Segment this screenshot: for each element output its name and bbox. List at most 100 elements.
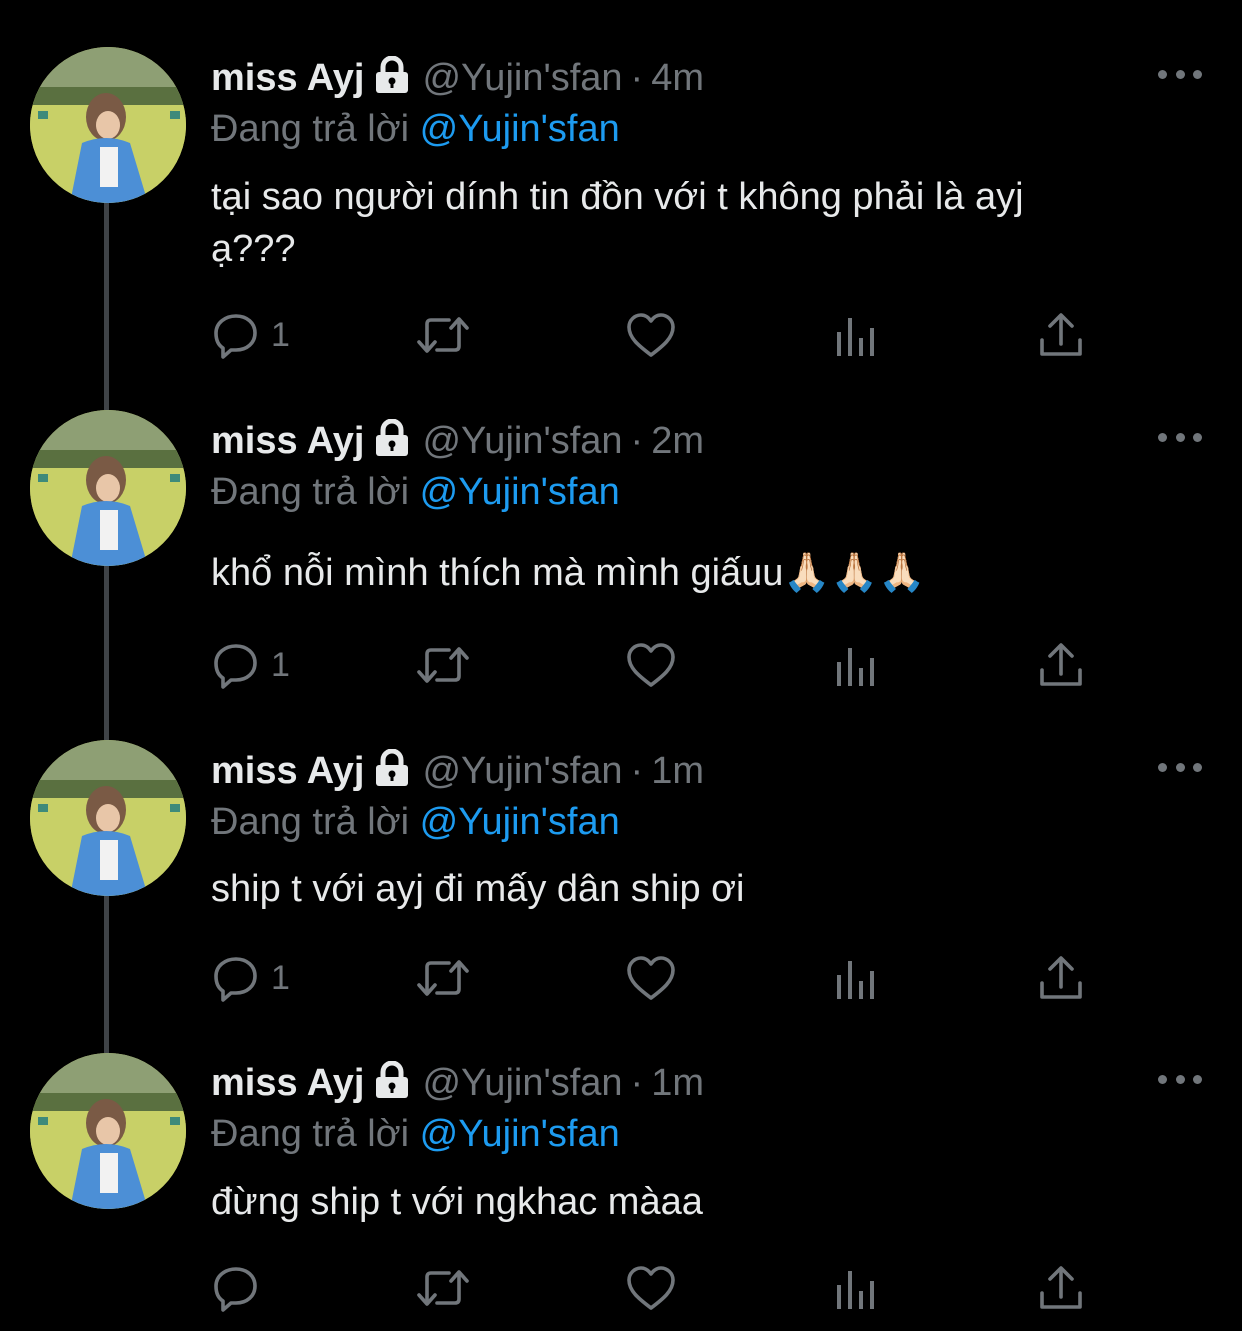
tweet-text-line: tại sao người dính tin đồn với t không p…	[211, 176, 1024, 218]
more-options-icon[interactable]	[1158, 427, 1202, 447]
reply-icon	[211, 640, 261, 690]
retweet-button[interactable]	[415, 950, 471, 1006]
more-options-icon[interactable]	[1158, 1069, 1202, 1089]
separator-dot: ·	[630, 1062, 644, 1104]
like-button[interactable]	[625, 637, 677, 693]
lock-icon	[372, 55, 412, 108]
retweet-icon	[415, 1263, 471, 1313]
share-icon	[1037, 1263, 1085, 1313]
avatar[interactable]	[30, 410, 186, 566]
retweet-button[interactable]	[415, 307, 471, 363]
more-options-icon[interactable]	[1158, 757, 1202, 777]
retweet-icon	[415, 640, 471, 690]
tweet[interactable]: miss Ayj @Yujin'sfan · 4m Đang trả lời @Yuj…	[0, 0, 1242, 400]
share-button[interactable]	[1037, 950, 1085, 1006]
reply-count: 1	[271, 315, 290, 354]
share-button[interactable]	[1037, 1260, 1085, 1316]
tweet-text-line: ạ???	[211, 228, 296, 270]
mention-link[interactable]: @Yujin'sfan	[420, 108, 620, 150]
like-button[interactable]	[625, 1260, 677, 1316]
reply-icon	[211, 310, 261, 360]
replying-label: Đang trả lời	[211, 1113, 410, 1155]
replying-label: Đang trả lời	[211, 801, 410, 843]
tweet-text-line: đừng ship t với ngkhac màaa	[211, 1181, 703, 1223]
tweet-thread: miss Ayj @Yujin'sfan · 4m Đang trả lời @Yuj…	[0, 0, 1242, 1331]
display-name[interactable]: miss Ayj	[211, 750, 364, 792]
tweet-text-line: ship t với ayj đi mấy dân ship ơi	[211, 868, 745, 910]
analytics-button[interactable]	[833, 1260, 879, 1316]
tweet-header: miss Ayj @Yujin'sfan · 4m	[211, 52, 1202, 104]
avatar[interactable]	[30, 1053, 186, 1209]
like-button[interactable]	[625, 307, 677, 363]
reply-count: 1	[271, 645, 290, 684]
tweet-actions: 1	[211, 950, 1091, 1006]
analytics-icon	[833, 1263, 879, 1313]
analytics-icon	[833, 640, 879, 690]
share-button[interactable]	[1037, 637, 1085, 693]
analytics-button[interactable]	[833, 637, 879, 693]
tweet-text: khổ nỗi mình thích mà mình giấuu🙏🏻🙏🏻🙏🏻	[211, 547, 1202, 599]
mention-link[interactable]: @Yujin'sfan	[420, 801, 620, 843]
tweet-actions	[211, 1260, 1091, 1316]
replying-to: Đang trả lời @Yujin'sfan	[211, 797, 1202, 847]
replying-label: Đang trả lời	[211, 108, 410, 150]
timestamp[interactable]: 1m	[651, 1062, 704, 1104]
tweet-text: tại sao người dính tin đồn với t không p…	[211, 171, 1202, 275]
tweet-actions: 1	[211, 307, 1091, 363]
timestamp[interactable]: 2m	[651, 420, 704, 462]
retweet-button[interactable]	[415, 1260, 471, 1316]
more-options-icon[interactable]	[1158, 64, 1202, 84]
tweet-header: miss Ayj @Yujin'sfan · 1m	[211, 745, 1202, 797]
like-icon	[625, 953, 677, 1003]
like-button[interactable]	[625, 950, 677, 1006]
reply-icon	[211, 953, 261, 1003]
tweet-header: miss Ayj @Yujin'sfan · 1m	[211, 1057, 1202, 1109]
analytics-icon	[833, 953, 879, 1003]
analytics-button[interactable]	[833, 307, 879, 363]
lock-icon	[372, 1060, 412, 1113]
display-name[interactable]: miss Ayj	[211, 1062, 364, 1104]
user-handle[interactable]: @Yujin'sfan	[422, 420, 622, 462]
avatar[interactable]	[30, 47, 186, 203]
analytics-button[interactable]	[833, 950, 879, 1006]
separator-dot: ·	[630, 420, 644, 462]
reply-button[interactable]	[211, 1260, 271, 1316]
separator-dot: ·	[630, 57, 644, 99]
share-icon	[1037, 310, 1085, 360]
replying-to: Đang trả lời @Yujin'sfan	[211, 1109, 1202, 1159]
replying-to: Đang trả lời @Yujin'sfan	[211, 467, 1202, 517]
tweet-text: ship t với ayj đi mấy dân ship ơi	[211, 863, 1202, 915]
share-icon	[1037, 953, 1085, 1003]
user-handle[interactable]: @Yujin'sfan	[422, 750, 622, 792]
reply-button[interactable]: 1	[211, 637, 290, 693]
tweet-text: đừng ship t với ngkhac màaa	[211, 1176, 1202, 1228]
reply-button[interactable]: 1	[211, 950, 290, 1006]
tweet[interactable]: miss Ayj @Yujin'sfan · 1m Đang trả lời @Yuj…	[0, 730, 1242, 1043]
user-handle[interactable]: @Yujin'sfan	[422, 57, 622, 99]
tweet-header: miss Ayj @Yujin'sfan · 2m	[211, 415, 1202, 467]
retweet-icon	[415, 310, 471, 360]
mention-link[interactable]: @Yujin'sfan	[420, 1113, 620, 1155]
replying-to: Đang trả lời @Yujin'sfan	[211, 104, 1202, 154]
like-icon	[625, 310, 677, 360]
avatar[interactable]	[30, 740, 186, 896]
replying-label: Đang trả lời	[211, 471, 410, 513]
analytics-icon	[833, 310, 879, 360]
lock-icon	[372, 418, 412, 471]
retweet-icon	[415, 953, 471, 1003]
tweet[interactable]: miss Ayj @Yujin'sfan · 1m Đang trả lời @Yuj…	[0, 1043, 1242, 1331]
timestamp[interactable]: 1m	[651, 750, 704, 792]
tweet[interactable]: miss Ayj @Yujin'sfan · 2m Đang trả lời @Yuj…	[0, 400, 1242, 730]
like-icon	[625, 640, 677, 690]
mention-link[interactable]: @Yujin'sfan	[420, 471, 620, 513]
display-name[interactable]: miss Ayj	[211, 57, 364, 99]
retweet-button[interactable]	[415, 637, 471, 693]
timestamp[interactable]: 4m	[651, 57, 704, 99]
tweet-actions: 1	[211, 637, 1091, 693]
display-name[interactable]: miss Ayj	[211, 420, 364, 462]
user-handle[interactable]: @Yujin'sfan	[422, 1062, 622, 1104]
reply-button[interactable]: 1	[211, 307, 290, 363]
separator-dot: ·	[630, 750, 644, 792]
share-button[interactable]	[1037, 307, 1085, 363]
reply-count: 1	[271, 958, 290, 997]
